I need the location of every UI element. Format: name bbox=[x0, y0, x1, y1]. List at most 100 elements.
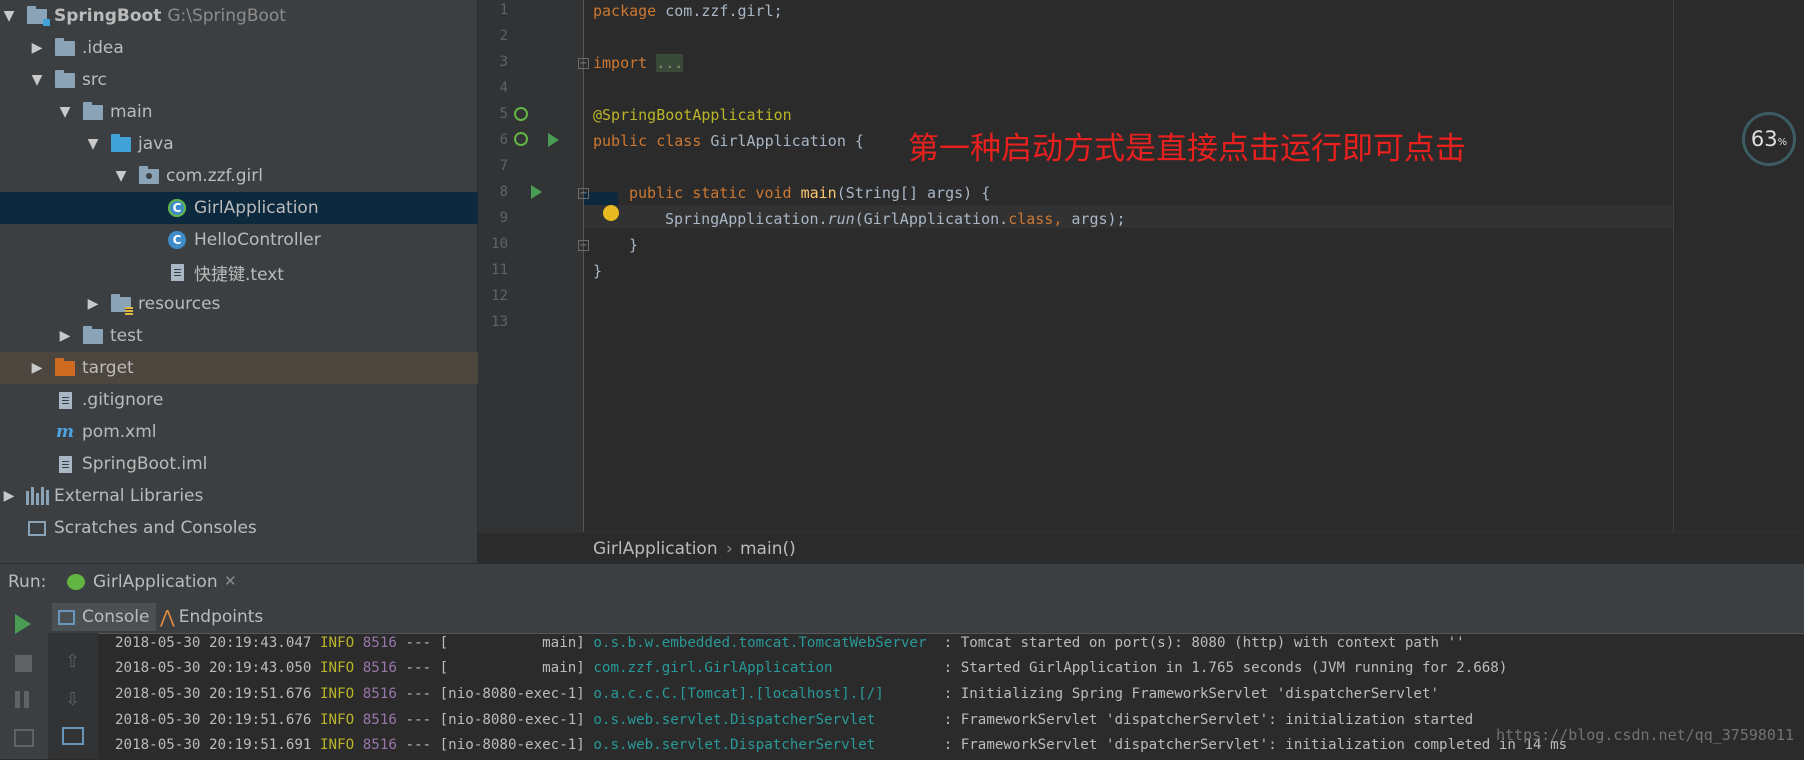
folder-icon bbox=[82, 101, 104, 122]
keyword: public class bbox=[593, 132, 702, 150]
annotation: @SpringBootApplication bbox=[593, 106, 792, 124]
run-config-tab[interactable]: GirlApplication bbox=[93, 572, 218, 592]
package-icon bbox=[138, 165, 160, 186]
fold-import-icon[interactable]: − bbox=[578, 58, 589, 69]
collapse-arrow-icon[interactable]: ▶ bbox=[28, 360, 46, 376]
code-text: (String[] args) { bbox=[836, 184, 991, 202]
rerun-icon[interactable] bbox=[15, 614, 31, 634]
camera-icon[interactable] bbox=[14, 729, 34, 747]
collapse-arrow-icon[interactable]: ▶ bbox=[0, 488, 18, 504]
collapse-arrow-icon[interactable]: ▶ bbox=[84, 296, 102, 312]
folder-icon bbox=[54, 37, 76, 58]
tab-console[interactable]: Console bbox=[52, 603, 156, 631]
line-number: 4 bbox=[499, 80, 508, 96]
folded-imports[interactable]: ... bbox=[656, 54, 684, 72]
spring-boot-class-icon: C bbox=[166, 198, 188, 218]
line-number: 1 bbox=[499, 2, 508, 18]
collapse-arrow-icon[interactable]: ▶ bbox=[28, 40, 46, 56]
tree-item-label: com.zzf.girl bbox=[166, 166, 263, 186]
pause-icon-left[interactable] bbox=[15, 691, 20, 708]
breadcrumb-separator: › bbox=[726, 539, 733, 559]
tree-item-external-libraries[interactable]: ▶ External Libraries bbox=[0, 480, 478, 512]
expand-arrow-icon[interactable]: ▼ bbox=[112, 168, 130, 184]
tree-item-label: resources bbox=[138, 294, 221, 314]
meter-value: 63 bbox=[1750, 127, 1778, 151]
expand-arrow-icon[interactable]: ▼ bbox=[0, 8, 18, 24]
log-line: 2018-05-30 20:19:51.676 INFO 8516 --- [n… bbox=[115, 712, 1474, 728]
code-line-3[interactable]: import ... bbox=[593, 54, 684, 72]
soft-wrap-icon[interactable] bbox=[62, 727, 84, 745]
tree-item-label: main bbox=[110, 102, 153, 122]
tree-item-label: .gitignore bbox=[82, 390, 164, 410]
code-text: SpringApplication. bbox=[665, 210, 828, 228]
tree-item-label: External Libraries bbox=[54, 486, 204, 506]
stop-icon[interactable] bbox=[15, 655, 32, 672]
line-number: 3 bbox=[499, 54, 508, 70]
tree-item-test[interactable]: ▶ test bbox=[0, 320, 534, 352]
expand-arrow-icon[interactable]: ▼ bbox=[84, 136, 102, 152]
expand-arrow-icon[interactable]: ▼ bbox=[56, 104, 74, 120]
endpoints-icon: ⋀ bbox=[160, 606, 175, 628]
tree-item-label: .idea bbox=[82, 38, 124, 58]
code-text: } bbox=[593, 262, 603, 280]
file-icon bbox=[54, 390, 76, 410]
keyword: public static void bbox=[629, 184, 792, 202]
tree-root-label: SpringBoot bbox=[54, 6, 162, 26]
expand-arrow-icon[interactable]: ▼ bbox=[28, 72, 46, 88]
maven-icon: m bbox=[56, 422, 74, 442]
code-text: (GirlApplication. bbox=[854, 210, 1009, 228]
code-line-6[interactable]: @SpringBootApplication bbox=[593, 106, 792, 124]
code-line-1[interactable]: package com.zzf.girl; bbox=[593, 2, 783, 20]
fold-end-icon[interactable]: − bbox=[578, 240, 589, 251]
line-number: 10 bbox=[491, 236, 508, 252]
code-line-10[interactable]: SpringApplication.run(GirlApplication.cl… bbox=[665, 210, 1126, 228]
tree-root-path: G:\SpringBoot bbox=[167, 6, 286, 26]
tree-item-src[interactable]: ▼ src bbox=[0, 64, 506, 96]
line-number: 7 bbox=[499, 158, 508, 174]
run-main-icon[interactable] bbox=[531, 185, 542, 199]
method-name: main bbox=[791, 184, 837, 202]
run-class-icon[interactable] bbox=[548, 133, 559, 147]
tree-item-target[interactable]: ▶ target bbox=[0, 352, 506, 384]
code-text: GirlApplication { bbox=[701, 132, 864, 150]
spring-boot-run-icon bbox=[67, 574, 85, 590]
run-tabs: Console ⋀ Endpoints bbox=[48, 599, 1804, 633]
tree-item-idea[interactable]: ▶ .idea bbox=[0, 32, 506, 64]
log-line: 2018-05-30 20:19:43.047 INFO 8516 --- [ … bbox=[115, 635, 1465, 651]
memory-meter[interactable]: 63% bbox=[1742, 112, 1796, 166]
tree-item-label: HelloController bbox=[194, 230, 321, 250]
code-line-11[interactable]: } bbox=[629, 236, 638, 254]
console-gutter: ⇧ ⇩ bbox=[48, 633, 98, 759]
tab-endpoints[interactable]: ⋀ Endpoints bbox=[154, 603, 269, 631]
tree-root[interactable]: ▼ SpringBoot G:\SpringBoot bbox=[0, 0, 478, 32]
tree-item-scratches[interactable]: ▶ Scratches and Consoles bbox=[0, 512, 478, 544]
scroll-down-icon[interactable]: ⇩ bbox=[65, 689, 80, 710]
code-line-12[interactable]: } bbox=[593, 262, 602, 280]
breadcrumb-method[interactable]: main() bbox=[740, 539, 796, 559]
tree-item-iml[interactable]: ▶ SpringBoot.iml bbox=[0, 448, 506, 480]
tree-item-label: SpringBoot.iml bbox=[82, 454, 208, 474]
lightbulb-icon[interactable] bbox=[603, 205, 619, 221]
class-icon: C bbox=[166, 230, 188, 250]
tree-item-pom[interactable]: ▶ m pom.xml bbox=[0, 416, 506, 448]
tree-item-label: 快捷键.text bbox=[194, 264, 284, 285]
spring-config-icon[interactable] bbox=[514, 132, 528, 146]
breadcrumb-class[interactable]: GirlApplication bbox=[593, 539, 718, 559]
spring-bean-icon[interactable] bbox=[514, 107, 528, 121]
log-line: 2018-05-30 20:19:43.050 INFO 8516 --- [ … bbox=[115, 660, 1508, 676]
line-number: 5 bbox=[499, 106, 508, 122]
line-number: 12 bbox=[491, 288, 508, 304]
tree-item-main[interactable]: ▼ main bbox=[0, 96, 534, 128]
code-line-7[interactable]: public class GirlApplication { bbox=[593, 132, 864, 150]
console-icon bbox=[58, 609, 75, 625]
code-text: args); bbox=[1062, 210, 1126, 228]
iml-file-icon bbox=[54, 454, 76, 474]
excluded-folder-icon bbox=[54, 357, 76, 378]
close-icon[interactable]: ✕ bbox=[224, 572, 237, 590]
collapse-arrow-icon[interactable]: ▶ bbox=[56, 328, 74, 344]
watermark: https://blog.csdn.net/qq_37598011 bbox=[1495, 726, 1794, 744]
tree-item-gitignore[interactable]: ▶ .gitignore bbox=[0, 384, 506, 416]
fold-method-icon[interactable]: − bbox=[578, 188, 589, 199]
code-line-9[interactable]: public static void main(String[] args) { bbox=[629, 184, 990, 202]
scroll-up-icon[interactable]: ⇧ bbox=[65, 651, 80, 672]
